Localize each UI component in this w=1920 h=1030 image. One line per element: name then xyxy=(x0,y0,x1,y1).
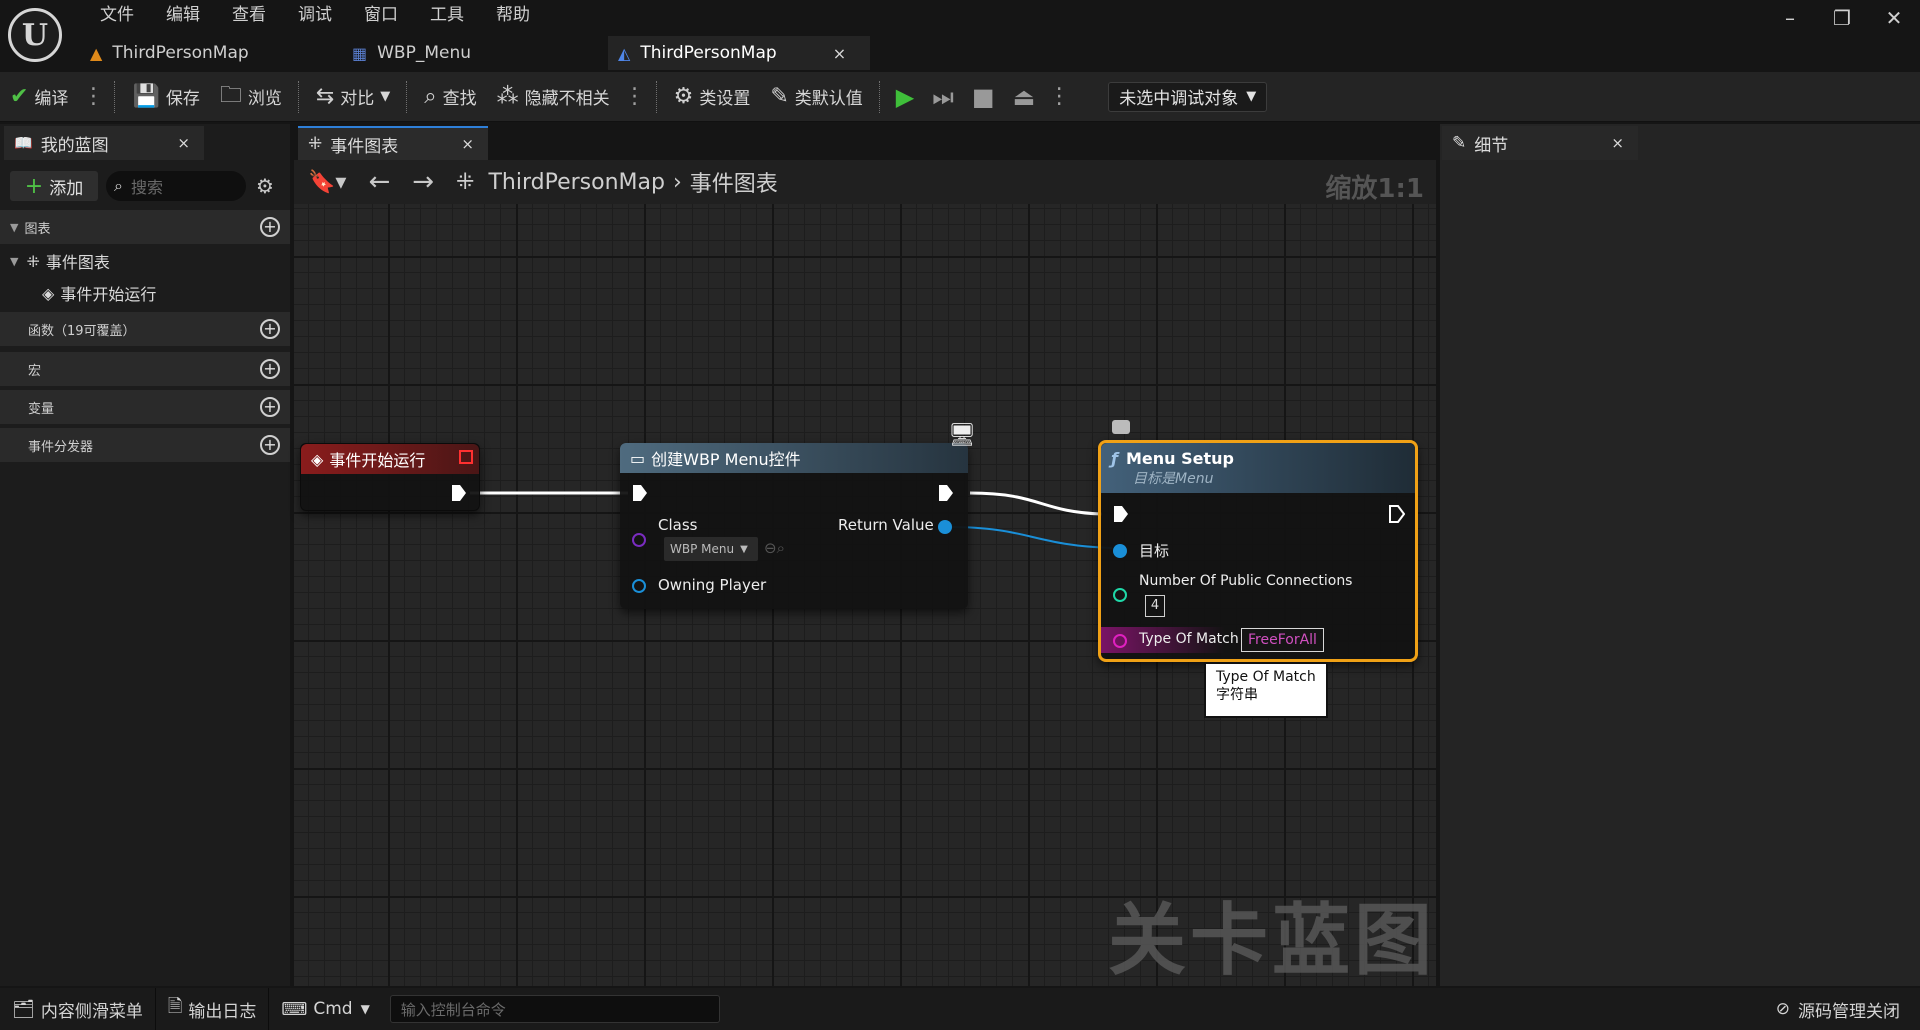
output-log-button[interactable]: 🗎 输出日志 xyxy=(156,988,270,1030)
comment-bubble-icon[interactable] xyxy=(1112,420,1130,434)
function-icon: ƒ xyxy=(1111,448,1118,468)
target-pin[interactable] xyxy=(1113,544,1127,558)
delegate-pin-icon[interactable] xyxy=(459,450,473,464)
node-title: 创建WBP Menu控件 xyxy=(651,450,801,469)
public-connections-pin[interactable] xyxy=(1113,588,1127,602)
public-connections-label: Number Of Public Connections xyxy=(1139,573,1353,589)
tab-label: 细节 xyxy=(1474,135,1509,156)
exec-wire xyxy=(969,491,1103,516)
type-of-match-label: Type Of Match xyxy=(1139,631,1239,647)
public-connections-input[interactable]: 4 xyxy=(1145,595,1165,617)
node-title: ƒ Menu Setup xyxy=(1111,449,1234,468)
tab-details[interactable]: ✎ 细节 × xyxy=(1442,126,1638,160)
tooltip-type: 字符串 xyxy=(1216,687,1258,703)
console-placeholder: 输入控制台命令 xyxy=(400,1000,506,1019)
event-diamond-icon: ◈ xyxy=(311,449,324,469)
source-control-label: 源码管理关闭 xyxy=(1798,1001,1900,1022)
output-log-label: 输出日志 xyxy=(188,1001,257,1022)
pencil-icon: ✎ xyxy=(1452,133,1467,153)
source-control-button[interactable]: ⊘ 源码管理关闭 xyxy=(1776,988,1900,1030)
owning-player-label: Owning Player xyxy=(658,576,767,594)
node-create-widget[interactable]: ▭ 创建WBP Menu控件 🖥 Class WBP Menu ▼ ⊖⌕ Ret… xyxy=(620,423,976,609)
node-title-text: Menu Setup xyxy=(1125,448,1234,468)
return-value-label: Return Value xyxy=(838,516,934,534)
node-title: 事件开始运行 xyxy=(329,451,426,470)
server-client-icon: 🖥 xyxy=(948,423,976,448)
status-bar: 🗂 内容侧滑菜单 🗎 输出日志 ⌨ Cmd ▼ 输入控制台命令 ⊘ 源码管理关闭 xyxy=(0,988,1920,1030)
tooltip-title: Type Of Match xyxy=(1216,669,1316,685)
return-value-pin[interactable] xyxy=(938,520,952,534)
content-drawer-button[interactable]: 🗂 内容侧滑菜单 xyxy=(0,988,156,1030)
exec-out-pin[interactable] xyxy=(938,484,954,502)
exec-in-pin[interactable] xyxy=(1113,505,1129,523)
node-header: ▭ 创建WBP Menu控件 xyxy=(620,443,968,473)
exec-out-pin[interactable] xyxy=(451,484,467,502)
source-control-off-icon: ⊘ xyxy=(1775,999,1790,1019)
node-header: ƒ Menu Setup 目标是Menu xyxy=(1101,443,1415,493)
cmd-label: Cmd xyxy=(313,999,353,1019)
pin-tooltip: Type Of Match 字符串 xyxy=(1204,662,1328,718)
owning-player-pin[interactable] xyxy=(632,579,646,593)
class-pin-label: Class xyxy=(658,516,698,534)
type-of-match-pin[interactable] xyxy=(1113,634,1127,648)
content-drawer-label: 内容侧滑菜单 xyxy=(40,1001,143,1022)
widget-icon: ▭ xyxy=(630,448,646,468)
content-drawer-icon: 🗂 xyxy=(12,998,35,1020)
target-label: 目标 xyxy=(1139,542,1170,560)
object-wire xyxy=(947,526,1113,549)
use-selected-icon[interactable]: ⊖⌕ xyxy=(764,539,785,557)
console-command-input[interactable]: 输入控制台命令 xyxy=(389,995,720,1023)
exec-out-pin[interactable] xyxy=(1389,505,1405,523)
class-dropdown-value: WBP Menu xyxy=(670,542,735,556)
class-dropdown[interactable]: WBP Menu ▼ xyxy=(664,537,758,561)
chevron-down-icon: ▼ xyxy=(740,543,748,555)
node-menu-setup[interactable]: ƒ Menu Setup 目标是Menu 目标 Number Of Public … xyxy=(1098,440,1418,662)
node-header: ◈ 事件开始运行 xyxy=(301,444,479,474)
output-log-icon: 🗎 xyxy=(167,996,183,1017)
close-icon[interactable]: × xyxy=(1611,134,1624,152)
node-subtitle: 目标是Menu xyxy=(1133,470,1214,487)
console-icon: ⌨ xyxy=(281,998,308,1020)
details-panel: ✎ 细节 × xyxy=(1440,124,1920,986)
cmd-select[interactable]: ⌨ Cmd ▼ xyxy=(269,988,381,1030)
exec-in-pin[interactable] xyxy=(632,484,648,502)
chevron-down-icon: ▼ xyxy=(360,1002,370,1016)
node-event-begin-play[interactable]: ◈ 事件开始运行 xyxy=(300,443,480,511)
class-pin[interactable] xyxy=(632,533,646,547)
type-of-match-input[interactable]: FreeForAll xyxy=(1241,628,1324,652)
